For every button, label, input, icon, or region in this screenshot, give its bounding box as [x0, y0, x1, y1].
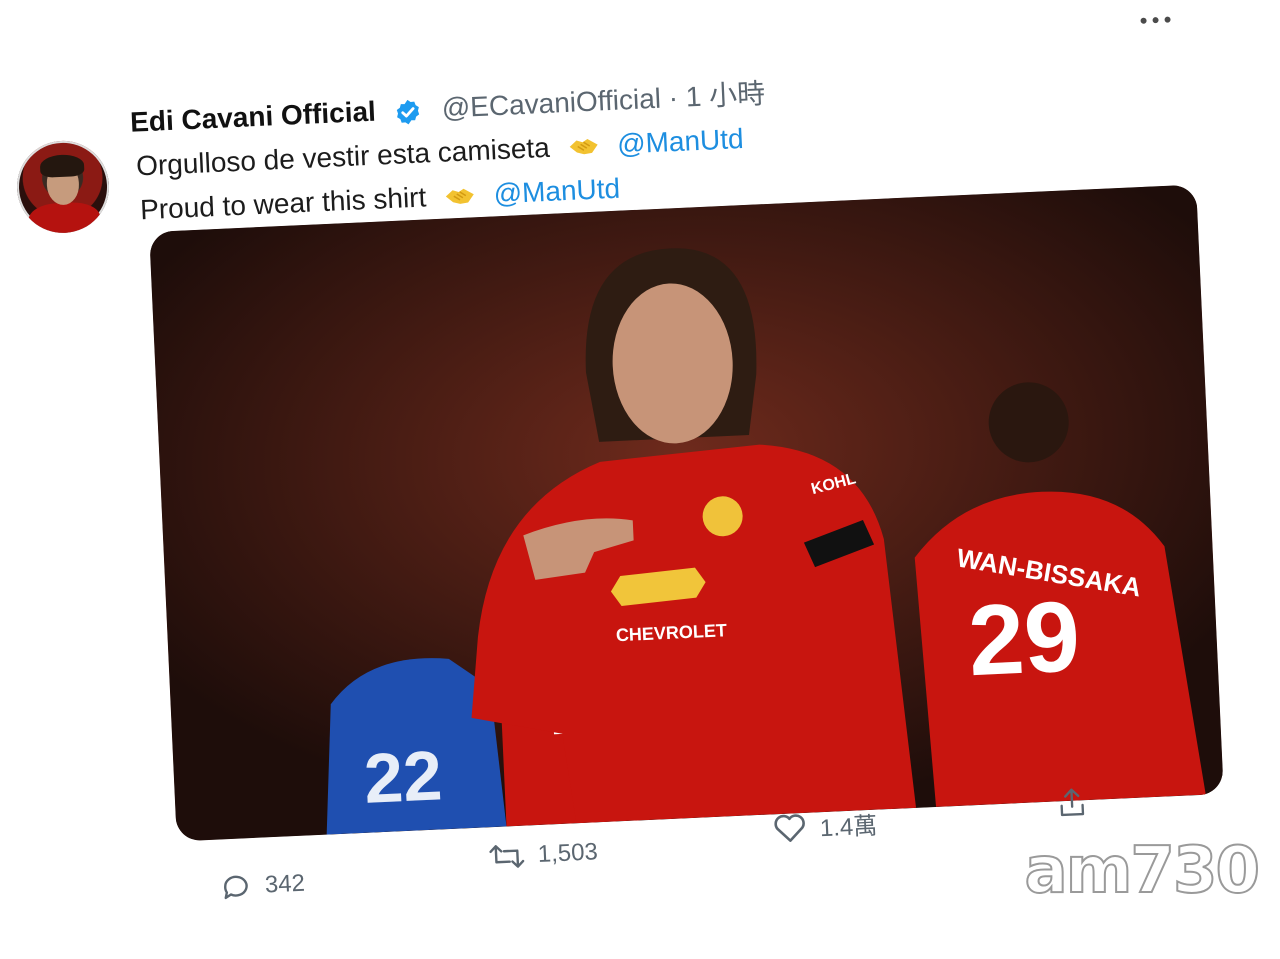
retweet-count: 1,503 [537, 838, 599, 869]
share-icon [1060, 788, 1085, 817]
retweet-button[interactable]: 1,503 [487, 836, 598, 873]
watermark-logo: am730 [1024, 833, 1261, 909]
like-button[interactable]: 1.4萬 [771, 806, 878, 846]
share-button[interactable] [1055, 785, 1089, 820]
reply-button[interactable]: 342 [218, 868, 306, 904]
reply-icon [224, 875, 248, 900]
reply-count: 342 [264, 869, 306, 899]
tweet-card: Edi Cavani Official @ECavaniOfficial · 1… [0, 0, 1280, 959]
heart-icon [774, 813, 805, 842]
retweet-icon [489, 845, 525, 868]
tweet-actions: 342 1,503 1.4萬 [0, 0, 1280, 959]
like-count: 1.4萬 [819, 812, 878, 843]
